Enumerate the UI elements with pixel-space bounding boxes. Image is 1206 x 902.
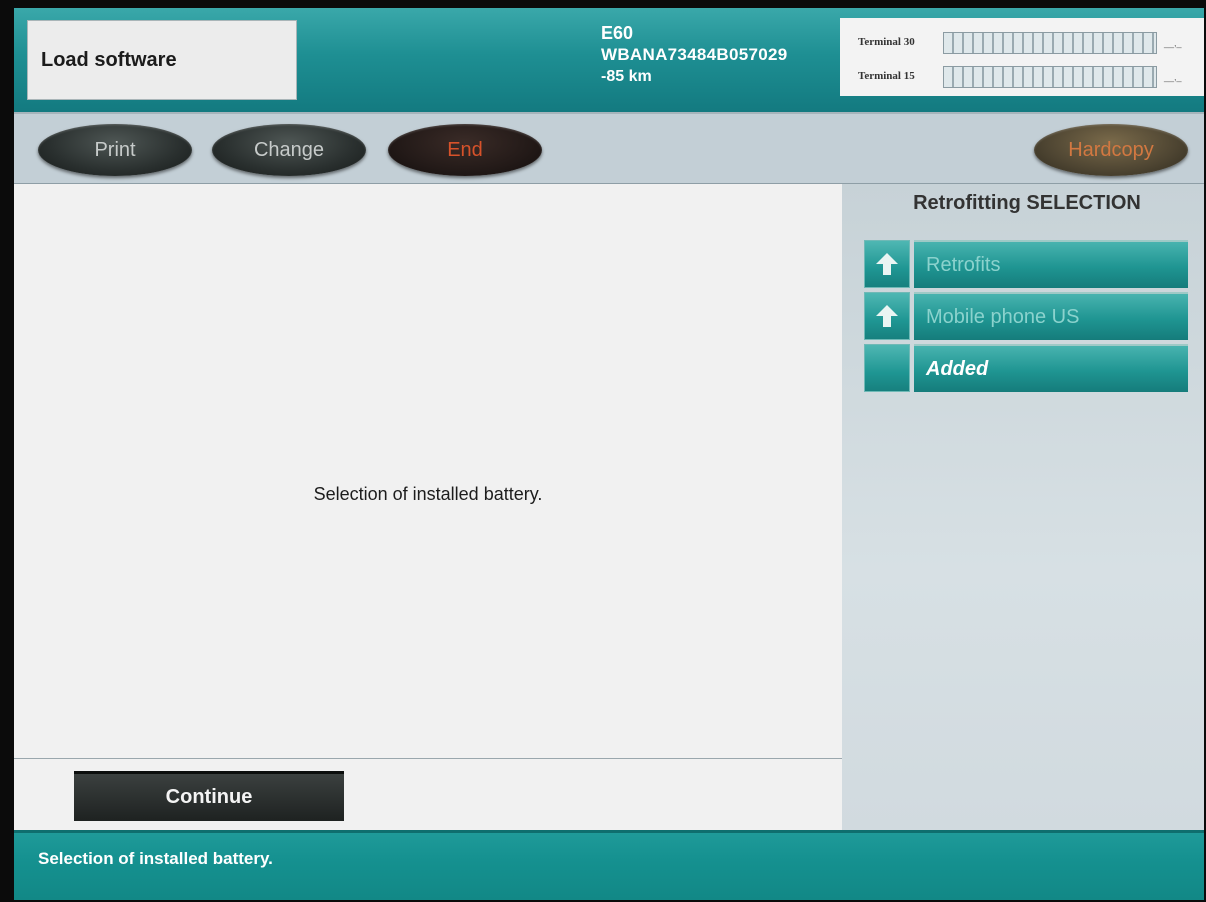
header: Load software E60 WBANA73484B057029 -85 … [14, 8, 1204, 112]
terminal-30-label: Terminal 30 [858, 36, 915, 48]
vehicle-vin: WBANA73484B057029 [601, 45, 788, 64]
nav-item-label[interactable]: Retrofits [914, 240, 1188, 288]
status-text: Selection of installed battery. [38, 849, 273, 868]
terminal-30-row: Terminal 30 __,_ [840, 30, 1204, 58]
nav-item-label[interactable]: Added [914, 344, 1188, 392]
hardcopy-button[interactable]: Hardcopy [1034, 124, 1188, 176]
status-bar: Selection of installed battery. [14, 830, 1204, 900]
nav-item-mobile-phone-us[interactable]: Mobile phone US [864, 292, 1188, 340]
terminal-status-box: Terminal 30 __,_ Terminal 15 __,_ [840, 18, 1204, 96]
module-title-box: Load software [27, 20, 297, 100]
main-message: Selection of installed battery. [313, 484, 543, 504]
bottom-action-area: Continue [14, 758, 842, 830]
toolbar: Print Change End Hardcopy [14, 112, 1204, 184]
side-panel-title: Retrofitting SELECTION [913, 192, 1141, 214]
main-content: Selection of installed battery. [14, 184, 842, 758]
screen: Load software E60 WBANA73484B057029 -85 … [14, 8, 1204, 900]
terminal-30-value: __,_ [1164, 38, 1182, 48]
end-button[interactable]: End [388, 124, 542, 176]
terminal-15-label: Terminal 15 [858, 70, 915, 82]
terminal-15-value: __,_ [1164, 72, 1182, 82]
terminal-15-voltage-bar [943, 66, 1157, 88]
change-button[interactable]: Change [212, 124, 366, 176]
nav-item-retrofits[interactable]: Retrofits [864, 240, 1188, 288]
arrow-up-icon[interactable] [864, 292, 910, 340]
vehicle-mileage: -85 km [601, 68, 652, 85]
retrofitting-selection-panel: Retrofitting SELECTION Retrofits Mobile … [842, 184, 1204, 830]
terminal-15-row: Terminal 15 __,_ [840, 64, 1204, 92]
nav-item-blank-icon [864, 344, 910, 392]
vehicle-series: E60 [601, 23, 634, 43]
arrow-up-icon[interactable] [864, 240, 910, 288]
terminal-30-voltage-bar [943, 32, 1157, 54]
nav-item-label[interactable]: Mobile phone US [914, 292, 1188, 340]
nav-item-added[interactable]: Added [864, 344, 1188, 392]
module-title: Load software [41, 48, 177, 71]
continue-button[interactable]: Continue [74, 771, 344, 821]
vehicle-info: E60 WBANA73484B057029 -85 km [601, 22, 788, 88]
print-button[interactable]: Print [38, 124, 192, 176]
